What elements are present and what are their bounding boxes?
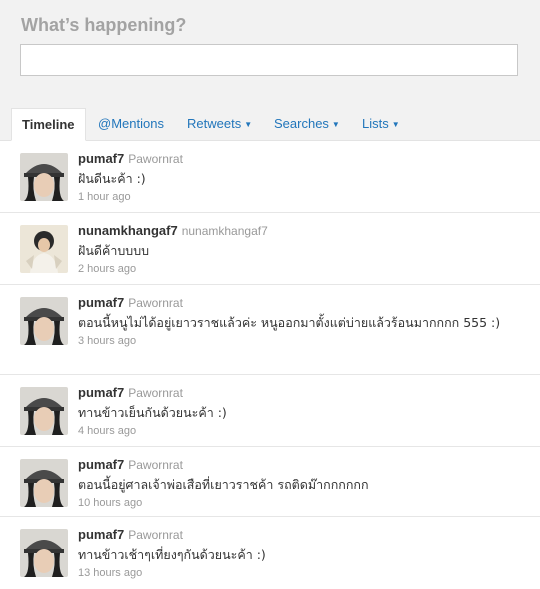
tweet-content: nunamkhangaf7 nunamkhangaf7 ฝันดีค้าบบบบ … <box>78 223 530 275</box>
tweet-timestamp[interactable]: 10 hours ago <box>78 497 530 509</box>
tweet-header: pumaf7 Pawornrat <box>78 295 530 311</box>
tweet-timestamp[interactable]: 13 hours ago <box>78 567 530 579</box>
tweet-full-name: Pawornrat <box>128 386 183 400</box>
avatar[interactable] <box>20 225 68 273</box>
tweet-item: nunamkhangaf7 nunamkhangaf7 ฝันดีค้าบบบบ … <box>0 213 540 285</box>
avatar-photo-girl-cap <box>20 297 68 345</box>
avatar[interactable] <box>20 297 68 345</box>
tweet-screen-name[interactable]: pumaf7 <box>78 457 124 472</box>
tweet-feed: pumaf7 Pawornrat ฝันดีนะค้า :) 1 hour ago… <box>0 141 540 589</box>
tweet-item: pumaf7 Pawornrat ฝันดีนะค้า :) 1 hour ago <box>0 141 540 213</box>
avatar[interactable] <box>20 529 68 577</box>
avatar-photo-girl-cap <box>20 153 68 201</box>
compose-prompt: What’s happening? <box>21 15 187 35</box>
tab-label: Retweets <box>187 116 242 131</box>
tab-label: @Mentions <box>98 116 164 131</box>
tweet-header: pumaf7 Pawornrat <box>78 527 530 543</box>
tweet-timestamp[interactable]: 1 hour ago <box>78 191 530 203</box>
tweet-full-name: Pawornrat <box>128 296 183 310</box>
timeline-tabs: Timeline @Mentions Retweets ▼ Searches ▼ L… <box>0 108 540 141</box>
tweet-item: pumaf7 Pawornrat ตอนนี้อยู่ศาลเจ้าพ่อเสือ… <box>0 447 540 517</box>
tweet-screen-name[interactable]: pumaf7 <box>78 527 124 542</box>
avatar[interactable] <box>20 387 68 435</box>
chevron-down-icon: ▼ <box>244 120 253 129</box>
chevron-down-icon: ▼ <box>331 120 340 129</box>
avatar-photo-person-light <box>20 225 68 273</box>
tweet-timestamp[interactable]: 3 hours ago <box>78 335 530 347</box>
tweet-text: ฝันดีค้าบบบบ <box>78 243 150 258</box>
avatar-photo-girl-cap <box>20 459 68 507</box>
tweet-item: pumaf7 Pawornrat ตอนนี้หนูไม่ได้อยู่เยาวร… <box>0 285 540 375</box>
tweet-screen-name[interactable]: pumaf7 <box>78 295 124 310</box>
tweet-screen-name[interactable]: nunamkhangaf7 <box>78 223 178 238</box>
tweet-text: ตอนนี้หนูไม่ได้อยู่เยาวราชแล้วค่ะ หนูออก… <box>78 315 501 330</box>
tweet-full-name: Pawornrat <box>128 528 183 542</box>
compose-area: What’s happening? <box>0 0 540 108</box>
tweet-full-name: Pawornrat <box>128 152 183 166</box>
tab-searches[interactable]: Searches ▼ <box>264 108 350 141</box>
tweet-text: ตอนนี้อยู่ศาลเจ้าพ่อเสือที่เยาวราชค้า รถ… <box>78 477 369 492</box>
tab-lists[interactable]: Lists ▼ <box>352 108 410 141</box>
tweet-header: pumaf7 Pawornrat <box>78 457 530 473</box>
tweet-input[interactable] <box>20 44 518 76</box>
tweet-content: pumaf7 Pawornrat ตอนนี้อยู่ศาลเจ้าพ่อเสือ… <box>78 457 530 509</box>
tweet-screen-name[interactable]: pumaf7 <box>78 385 124 400</box>
tweet-timestamp[interactable]: 4 hours ago <box>78 425 530 437</box>
tweet-item: pumaf7 Pawornrat ทานข้าวเย็นกันด้วยนะค้า … <box>0 375 540 447</box>
tweet-header: pumaf7 Pawornrat <box>78 151 530 167</box>
avatar-photo-girl-cap <box>20 387 68 435</box>
tab-mentions[interactable]: @Mentions <box>88 108 174 141</box>
tweet-item: pumaf7 Pawornrat ทานข้าวเช้าๆเที่ยงๆกันด้… <box>0 517 540 589</box>
avatar[interactable] <box>20 459 68 507</box>
avatar[interactable] <box>20 153 68 201</box>
tweet-content: pumaf7 Pawornrat ทานข้าวเช้าๆเที่ยงๆกันด้… <box>78 527 530 579</box>
avatar-photo-girl-cap <box>20 529 68 577</box>
tweet-text: ทานข้าวเย็นกันด้วยนะค้า :) <box>78 405 227 420</box>
tweet-header: pumaf7 Pawornrat <box>78 385 530 401</box>
tweet-screen-name[interactable]: pumaf7 <box>78 151 124 166</box>
tweet-timestamp[interactable]: 2 hours ago <box>78 263 530 275</box>
tweet-full-name: Pawornrat <box>128 458 183 472</box>
tweet-content: pumaf7 Pawornrat ฝันดีนะค้า :) 1 hour ago <box>78 151 530 203</box>
tab-timeline[interactable]: Timeline <box>11 108 86 141</box>
chevron-down-icon: ▼ <box>391 120 400 129</box>
tweet-full-name: nunamkhangaf7 <box>181 224 268 238</box>
tweet-header: nunamkhangaf7 nunamkhangaf7 <box>78 223 530 239</box>
tweet-text: ฝันดีนะค้า :) <box>78 171 146 186</box>
tab-label: Lists <box>362 116 389 131</box>
tweet-text: ทานข้าวเช้าๆเที่ยงๆกันด้วยนะค้า :) <box>78 547 266 562</box>
tab-retweets[interactable]: Retweets ▼ <box>177 108 262 141</box>
tweet-content: pumaf7 Pawornrat ตอนนี้หนูไม่ได้อยู่เยาวร… <box>78 295 530 347</box>
tab-label: Timeline <box>22 117 75 132</box>
tab-label: Searches <box>274 116 329 131</box>
tweet-content: pumaf7 Pawornrat ทานข้าวเย็นกันด้วยนะค้า … <box>78 385 530 437</box>
